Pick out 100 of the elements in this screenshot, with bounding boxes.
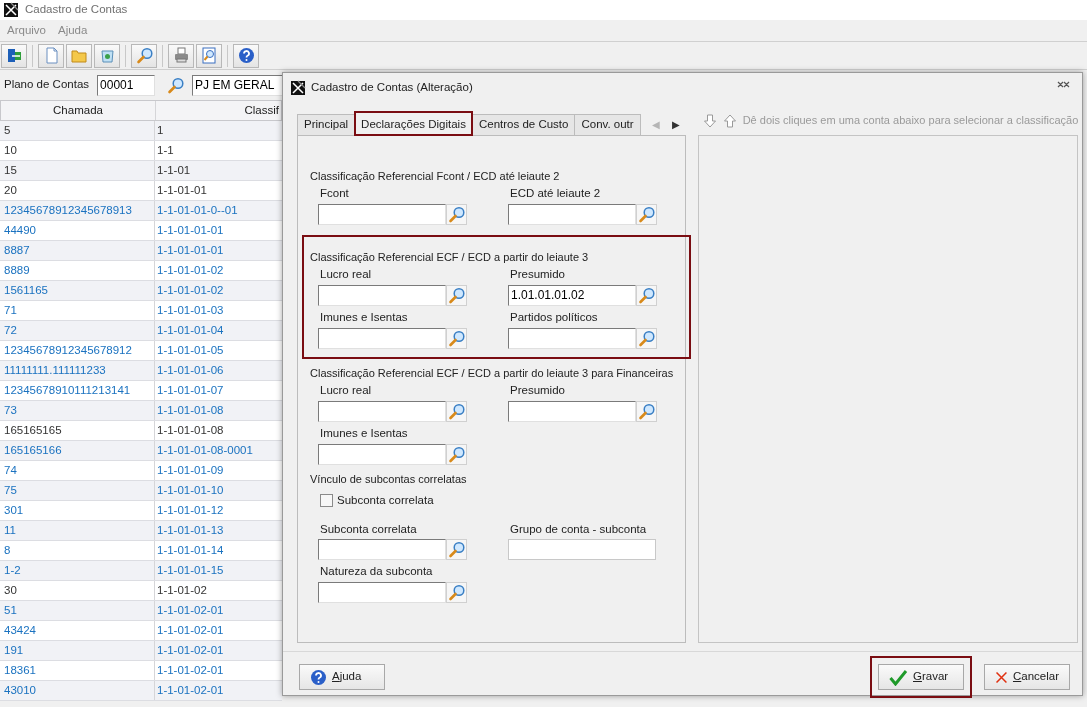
- input-field[interactable]: [318, 539, 446, 561]
- lookup-button[interactable]: [636, 327, 657, 349]
- new-document-button[interactable]: [38, 43, 64, 68]
- column-header[interactable]: Classif: [156, 101, 281, 120]
- table-cell: 43010: [0, 681, 155, 700]
- table-cell: 71: [0, 301, 155, 320]
- lookup-button[interactable]: [636, 400, 657, 422]
- table-cell: 73: [0, 401, 155, 420]
- field-label: Natureza da subconta: [319, 565, 434, 580]
- table-cell-text: 1-1: [156, 143, 175, 158]
- input-field[interactable]: [318, 327, 446, 349]
- filter-label: Plano de Contas: [4, 78, 90, 92]
- print-preview-icon: [200, 47, 218, 64]
- field-label: Lucro real: [319, 383, 373, 398]
- table-cell-text: 1-1-01-01: [156, 183, 208, 198]
- input-field[interactable]: [318, 582, 446, 604]
- input-field[interactable]: [318, 443, 446, 465]
- search-icon: [448, 286, 465, 304]
- field-label: Partidos políticos: [509, 310, 599, 325]
- tab[interactable]: Principal: [297, 114, 356, 135]
- search-icon: [448, 206, 465, 223]
- tab[interactable]: Centros de Custo: [471, 114, 576, 135]
- folder-button[interactable]: [66, 43, 92, 68]
- table-cell: 8887: [0, 241, 155, 260]
- column-header[interactable]: Chamada: [1, 101, 156, 120]
- cancel-button[interactable]: Cancelar: [984, 664, 1070, 690]
- input-field[interactable]: 1.01.01.01.02: [508, 284, 636, 306]
- search-icon: [638, 286, 655, 304]
- lookup-button[interactable]: [446, 327, 467, 349]
- table-cell-text: 1-1-01-02-01: [156, 663, 225, 678]
- table-cell-text: 1-1-01-01-12: [156, 503, 225, 518]
- search-icon: [448, 445, 465, 463]
- search-icon: [448, 402, 465, 420]
- table-cell: 10: [0, 141, 155, 160]
- help-button[interactable]: [233, 43, 259, 68]
- lookup-button[interactable]: [446, 582, 467, 604]
- search-icon: [638, 402, 655, 420]
- table-cell: 12345678912345678912: [0, 341, 155, 360]
- arrow-up-icon[interactable]: [722, 114, 737, 128]
- field-label: Subconta correlata: [319, 522, 418, 537]
- field-label: Fcont: [319, 187, 350, 201]
- tab-scroll-button[interactable]: ▶: [665, 114, 686, 135]
- print-preview-button[interactable]: [196, 43, 222, 68]
- table-cell-text: 1-1-01-01-08-0001: [156, 443, 254, 458]
- search-icon[interactable]: [167, 76, 185, 94]
- table-cell: 11: [0, 521, 155, 540]
- arrow-down-icon[interactable]: [702, 114, 717, 128]
- table-cell: 43424: [0, 621, 155, 640]
- table-cell-text: 1-1-01-01-15: [156, 563, 225, 578]
- table-cell-text: 1-1-01-02: [156, 583, 208, 598]
- tab[interactable]: Conv. outr: [574, 114, 641, 135]
- table-cell: 11111111.111111233: [0, 361, 155, 380]
- input-field[interactable]: [318, 204, 446, 225]
- table-cell: 12345678910111213141: [0, 381, 155, 400]
- tab[interactable]: Declarações Digitais: [354, 111, 473, 136]
- lookup-button[interactable]: [636, 284, 657, 306]
- table-cell-text: 1-1-01-01-0--01: [156, 203, 239, 218]
- table-cell: 74: [0, 461, 155, 480]
- table-cell: 18361: [0, 661, 155, 680]
- input-field[interactable]: [508, 204, 636, 225]
- input-field[interactable]: [318, 400, 446, 422]
- lookup-button[interactable]: [636, 204, 657, 225]
- check-icon: [889, 668, 908, 686]
- table-cell-text: 1-1-01-01-09: [156, 463, 225, 478]
- exit-button[interactable]: [1, 43, 27, 68]
- table-cell-text: 1-1-01-02-01: [156, 623, 225, 638]
- field-label: Imunes e Isentas: [319, 426, 409, 441]
- table-cell-text: 1-1-01-02-01: [156, 643, 225, 658]
- dialog-title: Cadastro de Contas (Alteração): [311, 81, 473, 95]
- search-icon: [135, 47, 153, 64]
- folder-icon: [70, 47, 88, 64]
- checkbox-label[interactable]: Subconta correlata: [337, 493, 434, 508]
- lookup-button[interactable]: [446, 443, 467, 465]
- table-cell-text: 1-1-01-01-07: [156, 383, 225, 398]
- lookup-button[interactable]: [446, 204, 467, 225]
- table-cell: 12345678912345678913: [0, 201, 155, 220]
- table-cell: 72: [0, 321, 155, 340]
- input-field[interactable]: [508, 539, 656, 561]
- app-logo-icon: [290, 80, 306, 96]
- table-cell-text: 1-1-01-02-01: [156, 683, 225, 698]
- table-cell-text: 1-1-01-01-10: [156, 483, 225, 498]
- input-field[interactable]: [508, 327, 636, 349]
- save-button[interactable]: Gravar: [878, 664, 964, 690]
- search-icon: [448, 541, 465, 559]
- input-field[interactable]: [318, 284, 446, 306]
- code-field[interactable]: 00001: [97, 74, 156, 96]
- lookup-button[interactable]: [446, 539, 467, 561]
- table-cell: 30: [0, 581, 155, 600]
- lookup-button[interactable]: [446, 400, 467, 422]
- search-icon: [448, 584, 465, 602]
- search-button[interactable]: [131, 43, 157, 68]
- input-field[interactable]: [508, 400, 636, 422]
- help-button[interactable]: Ajuda: [299, 664, 385, 690]
- field-label: Grupo de conta - subconta: [509, 522, 648, 537]
- field-label: Lucro real: [319, 268, 373, 282]
- table-cell-text: 1-1-01-01-06: [156, 363, 225, 378]
- checkbox[interactable]: [320, 494, 333, 508]
- printer-button[interactable]: [168, 43, 194, 68]
- search-icon: [448, 329, 465, 347]
- lookup-button[interactable]: [446, 284, 467, 306]
